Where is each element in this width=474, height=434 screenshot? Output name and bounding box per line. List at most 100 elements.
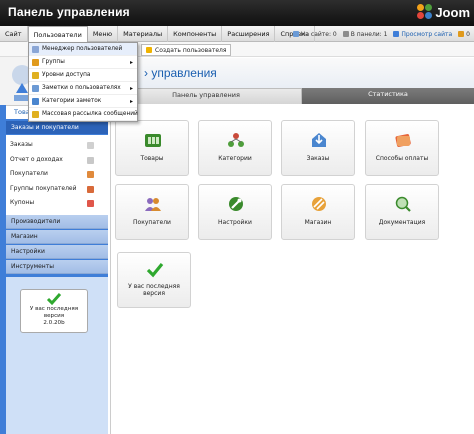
submenu-arrow-icon: ▸ [129,59,133,66]
logo-text: Joom [435,4,470,20]
joomla-logo: Joom [417,4,470,20]
version-tile-line-2: версия [143,290,165,297]
version-line-2: версия [43,313,65,319]
preview-icon [393,31,400,37]
submenu-arrow-icon: ▸ [129,98,133,105]
tile-orders[interactable]: Заказы [281,120,355,176]
menu-item-user-manager[interactable]: Менеджер пользователей [29,43,137,56]
tile-label: Документация [378,219,426,226]
categories-icon [228,133,244,147]
tile-label: Категории [218,155,252,162]
menu-users[interactable]: Пользователи [27,26,88,42]
sidebar-section-orders[interactable]: Заказы и покупатели [6,121,108,134]
preview-site-link[interactable]: Просмотр сайта [393,31,452,38]
docs-icon [395,196,411,212]
tile-label: Способы оплаты [375,155,429,162]
customers-icon [145,198,161,211]
tile-settings[interactable]: Настройки [198,184,272,240]
on-site-count: На сайте: 0 [300,30,337,38]
sidebar-item-label: Группы покупателей [10,184,77,192]
sidebar-item-label: Отчет о доходах [10,155,63,163]
products-icon [145,134,161,147]
menu-item-user-notes[interactable]: Заметки о пользователях ▸ [29,82,137,95]
menu-item-note-categories[interactable]: Категории заметок ▸ [29,95,137,108]
check-icon [146,262,164,278]
tile-products[interactable]: Товары [115,120,189,176]
top-header: Панель управления Joom [0,0,474,26]
logout-label: 0 [466,30,470,38]
check-icon [46,293,62,306]
tile-label: Магазин [304,219,332,226]
menu-bar: Сайт Пользователи Меню Материалы Компоне… [0,26,474,42]
orders-icon [87,142,94,149]
page-title: Панель управления [8,5,130,19]
tile-customers[interactable]: Покупатели [115,184,189,240]
tile-categories[interactable]: Категории [198,120,272,176]
sidebar-section-shop[interactable]: Магазин [6,230,108,244]
report-icon [87,156,94,164]
menu-item-mass-mail[interactable]: Массовая рассылка сообщений [29,108,138,121]
menu-menus[interactable]: Меню [88,26,119,42]
submenu-arrow-icon: ▸ [129,85,133,92]
payment-icon [395,134,411,147]
menu-content[interactable]: Материалы [118,26,169,42]
sidebar-item-customers[interactable]: Покупатели [6,167,108,182]
sidebar-version-box: У вас последняя версия 2.0.20b [20,289,88,333]
tile-version-status: У вас последняя версия [117,252,191,308]
menu-item-label: Заметки о пользователях [42,85,121,91]
menu-site[interactable]: Сайт [0,26,28,42]
menu-item-label: Менеджер пользователей [42,46,123,52]
tile-documentation[interactable]: Документация [365,184,439,240]
status-area: На сайте: 0 В панели: 1 Просмотр сайта 0 [292,26,470,42]
menu-item-groups[interactable]: Группы ▸ [29,56,137,69]
groups-icon [32,59,39,66]
sidebar-orders-list: Заказы Отчет о доходах Покупатели Группы… [6,135,108,215]
heading-text: › управления [144,66,217,80]
menu-item-access-levels[interactable]: Уровни доступа [29,69,137,82]
sidebar-section-manufacturers[interactable]: Производители [6,215,108,229]
menu-item-label: Уровни доступа [42,72,91,78]
version-number: 2.0.20b [43,320,65,326]
sidebar-section-tools[interactable]: Инструменты [6,260,108,274]
menu-item-label: Категории заметок [42,98,102,104]
create-user-label: Создать пользователя [155,46,227,54]
tile-label: Настройки [218,219,252,226]
tile-label: Покупатели [133,219,171,226]
add-user-icon [146,47,152,53]
page-heading: › управления [110,58,474,88]
coupon-icon [87,200,94,207]
sidebar-item-label: Заказы [10,141,33,148]
logout-icon [458,31,465,37]
sidebar-item-orders[interactable]: Заказы [6,138,108,153]
orders-icon [312,133,326,147]
logout-link[interactable]: 0 [458,31,470,38]
sidebar-item-customer-groups[interactable]: Группы покупателей [6,182,108,197]
user-notes-icon [32,85,39,92]
main-panel: Товары Категории Заказы Способы оплаты П… [110,104,474,434]
sidebar-version-panel: У вас последняя версия 2.0.20b [6,277,108,434]
tile-payment-methods[interactable]: Способы оплаты [365,120,439,176]
access-levels-icon [32,72,39,79]
shop-icon [312,197,326,211]
tile-shop[interactable]: Магазин [281,184,355,240]
in-panel-count: В панели: 1 [350,30,388,38]
sidebar-item-label: Покупатели [10,170,48,177]
menu-extensions[interactable]: Расширения [222,26,276,42]
menu-components[interactable]: Компоненты [168,26,223,42]
sidebar-section-settings[interactable]: Настройки [6,245,108,259]
user-manager-icon [32,46,39,53]
settings-icon [229,197,243,211]
users-online-icon [292,31,299,37]
mass-mail-icon [32,111,39,118]
sidebar-item-label: Купоны [10,199,35,206]
users-dropdown-menu: Менеджер пользователей Группы ▸ Уровни д… [28,42,138,122]
sidebar-item-income-report[interactable]: Отчет о доходах [6,153,108,168]
admin-online-icon [342,31,349,37]
groups-icon [87,185,94,193]
version-tile-line-1: У вас последняя [128,283,180,290]
version-line-1: У вас последняя [29,306,79,312]
create-user-button[interactable]: Создать пользователя [141,44,232,56]
menu-item-label: Группы [42,59,65,65]
sidebar-item-coupons[interactable]: Купоны [6,196,108,211]
menu-item-label: Массовая рассылка сообщений [42,111,138,117]
